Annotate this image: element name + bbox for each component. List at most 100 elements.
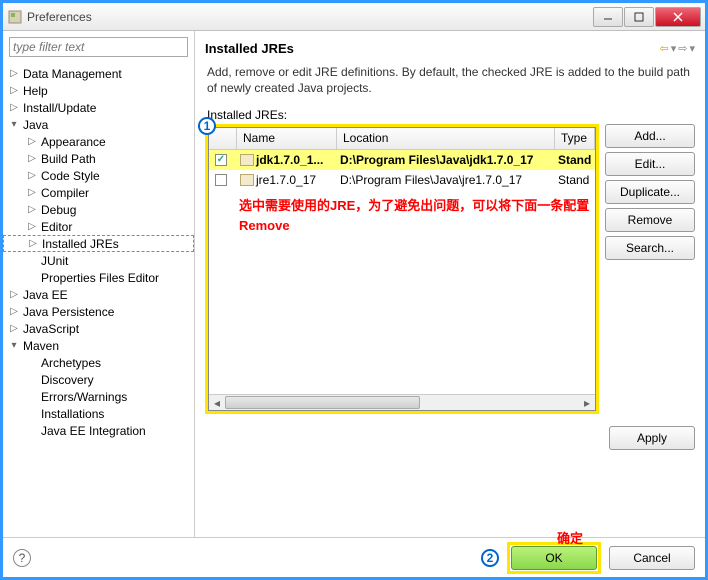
jre-icon [240,154,254,166]
preferences-tree[interactable]: ▷ Data Management ▷ Help ▷ Install/Update ▾ Jav… [3,63,194,537]
collapsed-icon[interactable]: ▷ [9,289,19,300]
expanded-icon[interactable]: ▾ [9,340,19,351]
collapsed-icon[interactable]: ▷ [27,204,37,215]
collapsed-icon[interactable]: ▷ [9,306,19,317]
location-column[interactable]: Location [337,128,555,149]
type-column[interactable]: Type [555,128,595,149]
tree-item[interactable]: ▾ Maven [3,337,194,354]
tree-item[interactable]: ▷ Debug [3,201,194,218]
tree-item[interactable]: JUnit [3,252,194,269]
tree-item-label: Appearance [41,135,106,149]
tree-item[interactable]: ▷ Installed JREs [3,235,194,252]
search-button[interactable]: Search... [605,236,695,260]
jre-table[interactable]: Name Location Type ✓ jdk1.7.0_1... D:\Prog… [208,127,596,411]
tree-item[interactable]: Java EE Integration [3,422,194,439]
tree-item-label: Install/Update [23,101,96,115]
scroll-left-icon[interactable]: ◂ [209,395,225,410]
forward-menu-icon[interactable]: ▾ [689,42,695,55]
collapsed-icon[interactable]: ▷ [28,238,38,249]
tree-item-label: Debug [41,203,76,217]
row-type: Stand [555,153,595,167]
collapsed-icon[interactable]: ▷ [9,68,19,79]
name-column[interactable]: Name [237,128,337,149]
back-icon[interactable]: ⇦ [660,42,669,55]
tree-item[interactable]: ▷ Code Style [3,167,194,184]
tree-item[interactable]: Archetypes [3,354,194,371]
tree-item-label: Build Path [41,152,96,166]
maximize-button[interactable] [624,7,654,27]
tree-item-label: Installed JREs [42,237,119,251]
row-checkbox[interactable]: ✓ [215,154,227,166]
collapsed-icon[interactable]: ▷ [27,170,37,181]
tree-item[interactable]: ▷ Build Path [3,150,194,167]
tree-item-label: Java EE Integration [41,424,146,438]
duplicate-button[interactable]: Duplicate... [605,180,695,204]
close-button[interactable] [655,7,701,27]
collapsed-icon[interactable]: ▷ [9,102,19,113]
tree-item-label: JUnit [41,254,68,268]
tree-item-label: Code Style [41,169,100,183]
tree-item[interactable]: ▷ Java EE [3,286,194,303]
tree-item-label: Errors/Warnings [41,390,127,404]
row-location: D:\Program Files\Java\jre1.7.0_17 [337,173,555,187]
tree-item[interactable]: ▷ JavaScript [3,320,194,337]
window-title: Preferences [27,10,592,24]
tree-item-label: JavaScript [23,322,79,336]
table-row[interactable]: jre1.7.0_17D:\Program Files\Java\jre1.7.… [209,170,595,190]
tree-item-label: Data Management [23,67,122,81]
forward-icon[interactable]: ⇨ [678,42,687,55]
apply-button[interactable]: Apply [609,426,695,450]
row-name: jdk1.7.0_1... [256,153,323,167]
edit-button[interactable]: Edit... [605,152,695,176]
minimize-button[interactable] [593,7,623,27]
tree-item-label: Properties Files Editor [41,271,159,285]
filter-input[interactable] [9,37,188,57]
tree-item-label: Compiler [41,186,89,200]
collapsed-icon[interactable]: ▷ [27,187,37,198]
collapsed-icon[interactable]: ▷ [27,136,37,147]
tree-item[interactable]: ▷ Editor [3,218,194,235]
ok-button[interactable]: OK [511,546,597,570]
tree-item-label: Maven [23,339,59,353]
collapsed-icon[interactable]: ▷ [27,153,37,164]
cancel-button[interactable]: Cancel [609,546,695,570]
expanded-icon[interactable]: ▾ [9,119,19,130]
collapsed-icon[interactable]: ▷ [9,323,19,334]
tree-item-label: Java [23,118,48,132]
jre-icon [240,174,254,186]
tree-item[interactable]: Installations [3,405,194,422]
row-checkbox[interactable] [215,174,227,186]
tree-item[interactable]: ▷ Compiler [3,184,194,201]
remove-button[interactable]: Remove [605,208,695,232]
tree-item-label: Java EE [23,288,68,302]
tree-item[interactable]: Properties Files Editor [3,269,194,286]
tree-item-label: Archetypes [41,356,101,370]
help-icon[interactable]: ? [13,549,31,567]
tree-item-label: Java Persistence [23,305,114,319]
tree-item-label: Help [23,84,48,98]
title-bar: Preferences [3,3,705,31]
scroll-right-icon[interactable]: ▸ [579,395,595,410]
tree-item[interactable]: ▷ Install/Update [3,99,194,116]
back-menu-icon[interactable]: ▾ [671,42,677,55]
tree-item[interactable]: ▾ Java [3,116,194,133]
tree-item[interactable]: Errors/Warnings [3,388,194,405]
row-type: Stand [555,173,595,187]
annotation-text: 选中需要使用的JRE，为了避免出问题，可以将下面一条配置Remove [239,196,595,235]
tree-item-label: Discovery [41,373,94,387]
tree-item-label: Editor [41,220,72,234]
collapsed-icon[interactable]: ▷ [27,221,37,232]
callout-2: 2 [481,549,499,567]
tree-item[interactable]: ▷ Help [3,82,194,99]
tree-item[interactable]: ▷ Java Persistence [3,303,194,320]
ok-annotation: 确定 [557,528,583,547]
main-panel: Installed JREs ⇦ ▾ ⇨ ▾ Add, remove or ed… [195,31,705,537]
horizontal-scrollbar[interactable]: ◂ ▸ [209,394,595,410]
add-button[interactable]: Add... [605,124,695,148]
sidebar: ▷ Data Management ▷ Help ▷ Install/Update ▾ Jav… [3,31,195,537]
tree-item[interactable]: Discovery [3,371,194,388]
collapsed-icon[interactable]: ▷ [9,85,19,96]
tree-item[interactable]: ▷ Data Management [3,65,194,82]
table-row[interactable]: ✓jdk1.7.0_1...D:\Program Files\Java\jdk1… [209,150,595,170]
tree-item[interactable]: ▷ Appearance [3,133,194,150]
